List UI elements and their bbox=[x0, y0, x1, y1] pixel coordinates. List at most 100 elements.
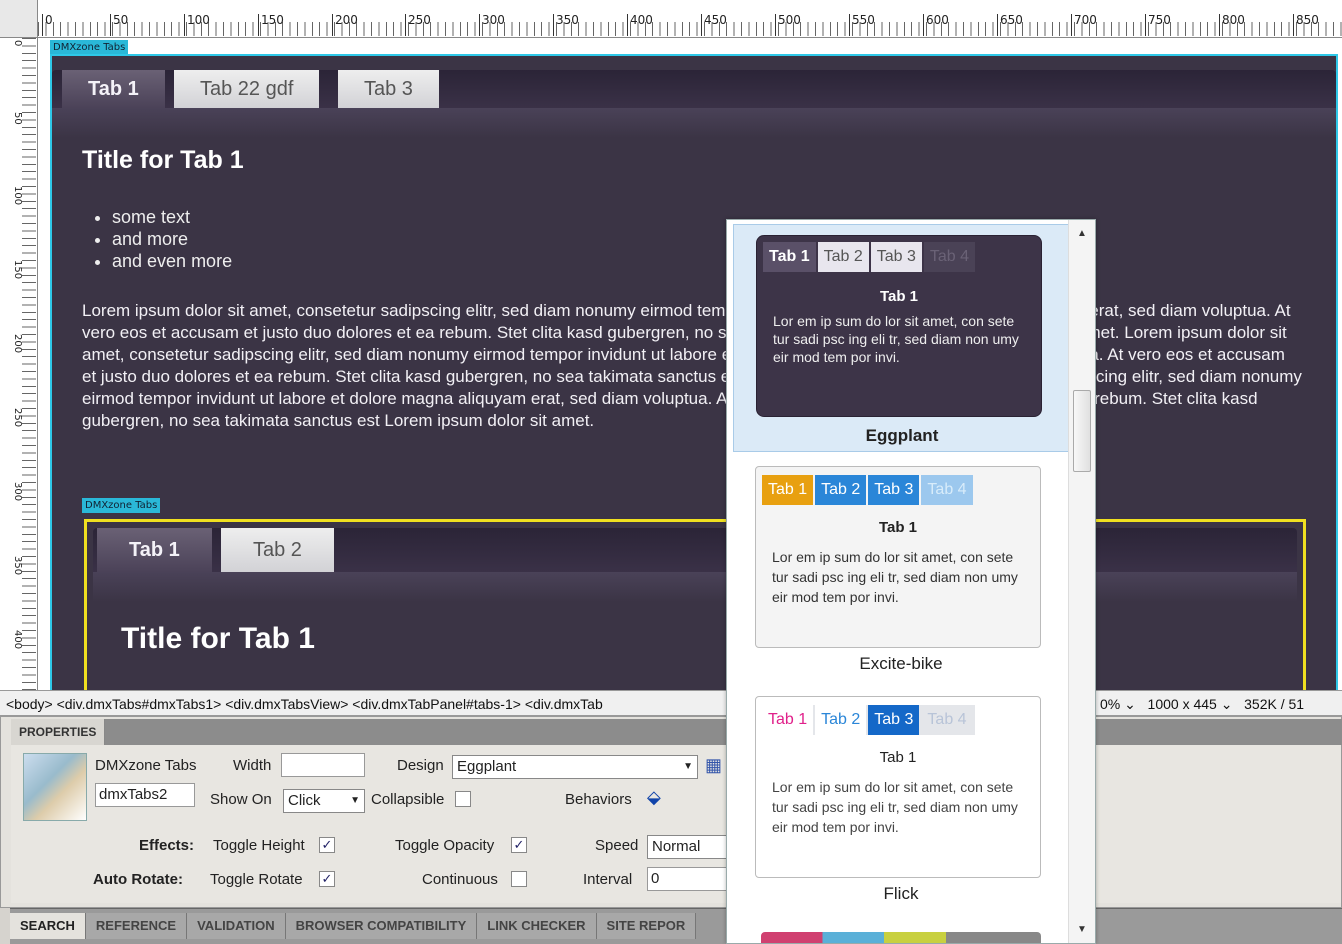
showon-label: Show On bbox=[210, 791, 272, 808]
preview-text: Lor em ip sum do lor sit amet, con sete … bbox=[772, 549, 1018, 605]
design-dropdown-list[interactable]: Tab 1 Tab 2 Tab 3 Tab 4 Tab 1 Lor em ip sum… bbox=[726, 219, 1096, 944]
design-option-flick[interactable]: Tab 1 Tab 2 Tab 3 Tab 4 Tab 1 Lor em ip sum… bbox=[733, 694, 1069, 908]
collapsible-checkbox[interactable] bbox=[455, 791, 471, 807]
tab-3[interactable]: Tab 3 bbox=[338, 70, 439, 108]
preview-text: Lor em ip sum do lor sit amet, con sete … bbox=[773, 313, 1019, 365]
ruler-label: 450 bbox=[701, 14, 727, 36]
toggle-height-label: Toggle Height bbox=[213, 837, 305, 854]
tab-reference[interactable]: Reference bbox=[85, 913, 188, 939]
ruler-label: 0 bbox=[42, 14, 53, 36]
ruler-label: 150 bbox=[12, 260, 23, 280]
id-field[interactable]: dmxTabs2 bbox=[95, 783, 195, 807]
design-option-next[interactable] bbox=[761, 932, 1041, 943]
tab-2[interactable]: Tab 22 gdf bbox=[174, 70, 320, 108]
design-preview: Tab 1 Tab 2 Tab 3 Tab 4 Tab 1 Lor em ip sum… bbox=[755, 466, 1041, 648]
tab-bar: Tab 1 Tab 2 bbox=[93, 528, 1297, 572]
ruler-label: 250 bbox=[12, 408, 23, 428]
inner-tabs-widget[interactable]: Tab 1 Tab 2 Title for Tab 1 bbox=[84, 519, 1306, 690]
tab-validation[interactable]: Validation bbox=[187, 913, 286, 939]
preview-tabs: Tab 1 Tab 2 Tab 3 Tab 4 bbox=[763, 242, 977, 272]
interval-field[interactable]: 0 bbox=[647, 867, 727, 891]
tab-2[interactable]: Tab 2 bbox=[221, 528, 334, 572]
scroll-up-icon[interactable]: ▲ bbox=[1077, 228, 1087, 239]
preview-tab: Tab 2 bbox=[815, 475, 867, 505]
tab-1[interactable]: Tab 1 bbox=[62, 70, 165, 108]
showon-select[interactable]: Click ▼ bbox=[283, 789, 365, 813]
scrollbar[interactable]: ▲ ▼ bbox=[1068, 220, 1095, 943]
preview-tabs: Tab 1 Tab 2 Tab 3 Tab 4 bbox=[762, 705, 975, 735]
design-preview: Tab 1 Tab 2 Tab 3 Tab 4 Tab 1 Lor em ip sum… bbox=[756, 235, 1042, 417]
preview-tab: Tab 3 bbox=[870, 242, 922, 272]
list-item: some text bbox=[112, 206, 232, 228]
component-label[interactable]: DMXzone Tabs bbox=[82, 498, 161, 513]
ruler-label: 600 bbox=[923, 14, 949, 36]
list-item: and more bbox=[112, 228, 232, 250]
preview-tab: Tab 3 bbox=[868, 475, 920, 505]
design-canvas[interactable]: DMXzone Tabs Tab 1 Tab 22 gdf Tab 3 Titl… bbox=[38, 38, 1342, 690]
ruler-label: 400 bbox=[627, 14, 653, 36]
chevron-down-icon: ▼ bbox=[350, 795, 360, 806]
ruler-label: 750 bbox=[1145, 14, 1171, 36]
properties-area: DMXzone Tabs dmxTabs2 Width Design Eggpl… bbox=[11, 745, 1341, 903]
ruler-label: 400 bbox=[12, 630, 23, 650]
scroll-down-icon[interactable]: ▼ bbox=[1077, 924, 1087, 935]
component-label[interactable]: DMXzone Tabs bbox=[50, 40, 129, 55]
toggle-rotate-label: Toggle Rotate bbox=[210, 871, 303, 888]
tab-link-checker[interactable]: Link Checker bbox=[477, 913, 597, 939]
behaviors-icon[interactable]: ⬙ bbox=[647, 787, 661, 808]
design-name: Flick bbox=[883, 884, 919, 903]
speed-select[interactable]: Normal bbox=[647, 835, 727, 859]
preview-title: Tab 1 bbox=[878, 519, 918, 536]
toggle-opacity-checkbox[interactable]: ✓ bbox=[511, 837, 527, 853]
design-select[interactable]: Eggplant ▼ bbox=[452, 755, 698, 779]
component-thumbnail bbox=[23, 753, 87, 821]
toggle-height-checkbox[interactable]: ✓ bbox=[319, 837, 335, 853]
toggle-rotate-checkbox[interactable]: ✓ bbox=[319, 871, 335, 887]
continuous-checkbox[interactable] bbox=[511, 871, 527, 887]
ruler-label: 800 bbox=[1219, 14, 1245, 36]
tab-1[interactable]: Tab 1 bbox=[97, 528, 212, 572]
zoom-select[interactable]: 0% bbox=[1100, 696, 1120, 712]
width-label: Width bbox=[233, 757, 272, 774]
scrollbar-thumb[interactable] bbox=[1073, 390, 1091, 472]
ruler-label: 100 bbox=[12, 186, 23, 206]
download-size: 352K / 51 bbox=[1244, 696, 1305, 712]
panel-title: Title for Tab 1 bbox=[82, 146, 244, 174]
design-option-eggplant[interactable]: Tab 1 Tab 2 Tab 3 Tab 4 Tab 1 Lor em ip sum… bbox=[733, 224, 1069, 452]
ruler-label: 200 bbox=[12, 334, 23, 354]
tab-search[interactable]: Search bbox=[10, 913, 86, 939]
ruler-label: 350 bbox=[12, 556, 23, 576]
design-option-excite-bike[interactable]: Tab 1 Tab 2 Tab 3 Tab 4 Tab 1 Lor em ip sum… bbox=[733, 464, 1069, 678]
preview-title: Tab 1 bbox=[879, 288, 919, 305]
ruler-label: 50 bbox=[12, 112, 23, 125]
design-name: Excite-bike bbox=[859, 654, 943, 673]
design-label: Design bbox=[397, 757, 444, 774]
outer-tabs-widget[interactable]: Tab 1 Tab 22 gdf Tab 3 Title for Tab 1 s… bbox=[50, 54, 1338, 690]
bullet-list: some text and more and even more bbox=[112, 206, 232, 272]
window-size[interactable]: 1000 x 445 bbox=[1148, 696, 1217, 712]
tab-site-reports[interactable]: Site Repor bbox=[596, 913, 697, 939]
preview-tab: Tab 1 bbox=[762, 705, 814, 735]
preview-tabs: Tab 1 Tab 2 Tab 3 Tab 4 bbox=[762, 475, 975, 505]
ruler-label: 650 bbox=[997, 14, 1023, 36]
properties-header: PROPERTIES bbox=[11, 719, 1342, 745]
tab-browser-compatibility[interactable]: Browser Compatibility bbox=[285, 913, 478, 939]
ruler-label: 700 bbox=[1071, 14, 1097, 36]
speed-value: Normal bbox=[652, 838, 701, 855]
preview-tab: Tab 2 bbox=[817, 242, 869, 272]
properties-tab[interactable]: PROPERTIES bbox=[11, 719, 106, 745]
preview-tab: Tab 4 bbox=[921, 475, 973, 505]
tab-panel: Title for Tab 1 bbox=[93, 572, 1297, 690]
ruler-label: 200 bbox=[332, 14, 358, 36]
grid-icon[interactable]: ▦ bbox=[705, 755, 722, 776]
tag-path[interactable]: <body> <div.dmxTabs#dmxTabs1> <div.dmxTa… bbox=[6, 696, 603, 712]
width-field[interactable] bbox=[281, 753, 365, 777]
lorem-paragraph: Lorem ipsum dolor sit amet, consetetur s… bbox=[82, 301, 1302, 430]
speed-label: Speed bbox=[595, 837, 639, 854]
chevron-down-icon: ▼ bbox=[683, 761, 693, 772]
ruler-label: 300 bbox=[479, 14, 505, 36]
tag-selector-bar[interactable]: <body> <div.dmxTabs#dmxTabs1> <div.dmxTa… bbox=[0, 690, 1342, 716]
component-name: DMXzone Tabs bbox=[95, 757, 197, 774]
status-info: 0% ⌄ 1000 x 445 ⌄ 352K / 51 bbox=[1096, 691, 1305, 715]
ruler-label: 50 bbox=[110, 14, 128, 36]
